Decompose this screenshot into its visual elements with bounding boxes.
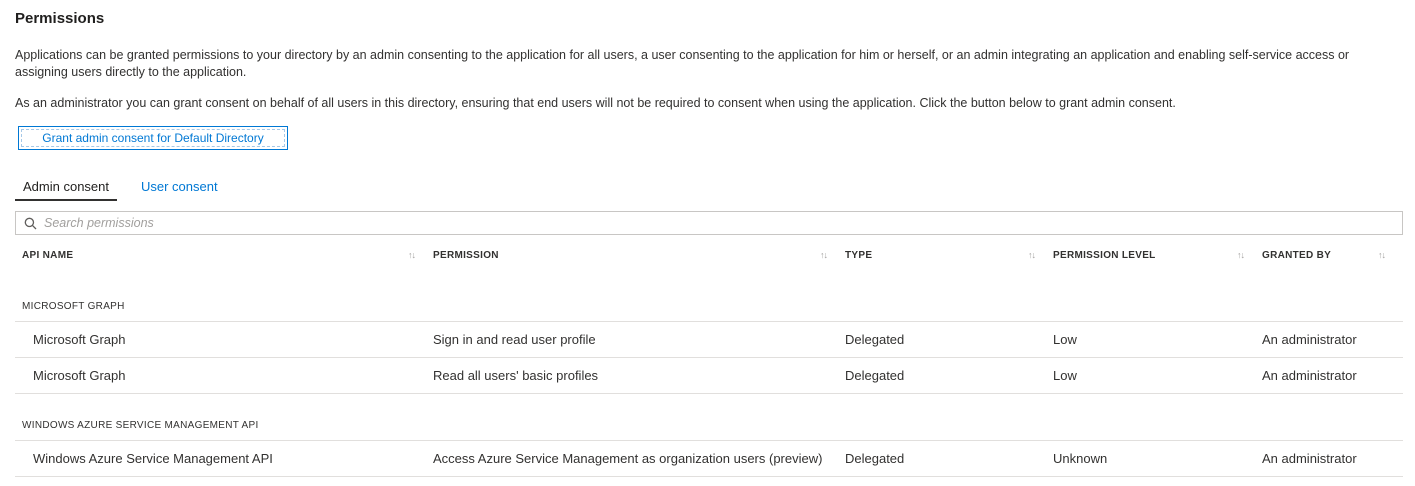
search-permissions-input[interactable] bbox=[44, 216, 1394, 230]
cell-permission-level: Unknown bbox=[1053, 451, 1262, 466]
column-header-permission-level[interactable]: PERMISSION LEVEL ↑↓ bbox=[1053, 250, 1262, 261]
column-header-label: PERMISSION bbox=[433, 250, 499, 261]
column-header-permission[interactable]: PERMISSION ↑↓ bbox=[433, 250, 845, 261]
sort-arrows-icon[interactable]: ↑↓ bbox=[408, 250, 415, 260]
cell-permission: Sign in and read user profile bbox=[433, 332, 845, 347]
column-header-api-name[interactable]: API NAME ↑↓ bbox=[22, 250, 433, 261]
cell-api-name: Microsoft Graph bbox=[22, 368, 433, 383]
column-header-granted-by[interactable]: GRANTED BY ↑↓ bbox=[1262, 250, 1403, 261]
tab-user-consent[interactable]: User consent bbox=[133, 174, 226, 203]
description-paragraph-2: As an administrator you can grant consen… bbox=[15, 95, 1395, 112]
sort-arrows-icon[interactable]: ↑↓ bbox=[820, 250, 827, 260]
sort-arrows-icon[interactable]: ↑↓ bbox=[1378, 250, 1385, 260]
search-permissions-box[interactable] bbox=[15, 211, 1403, 235]
tab-admin-consent[interactable]: Admin consent bbox=[15, 174, 117, 203]
page-title: Permissions bbox=[15, 10, 1403, 27]
search-icon bbox=[24, 217, 37, 230]
column-header-type[interactable]: TYPE ↑↓ bbox=[845, 250, 1053, 261]
table-header-row: API NAME ↑↓ PERMISSION ↑↓ TYPE ↑↓ PERMIS… bbox=[15, 235, 1403, 275]
table-row[interactable]: Microsoft Graph Read all users' basic pr… bbox=[15, 358, 1403, 394]
table-row[interactable]: Microsoft Graph Sign in and read user pr… bbox=[15, 322, 1403, 358]
cell-permission-level: Low bbox=[1053, 332, 1262, 347]
column-header-label: API NAME bbox=[22, 250, 73, 261]
cell-type: Delegated bbox=[845, 332, 1053, 347]
permissions-table: API NAME ↑↓ PERMISSION ↑↓ TYPE ↑↓ PERMIS… bbox=[15, 235, 1403, 477]
permissions-page: Permissions Applications can be granted … bbox=[0, 0, 1415, 477]
sort-arrows-icon[interactable]: ↑↓ bbox=[1028, 250, 1035, 260]
cell-permission-level: Low bbox=[1053, 368, 1262, 383]
cell-granted-by: An administrator bbox=[1262, 332, 1403, 347]
sort-arrows-icon[interactable]: ↑↓ bbox=[1237, 250, 1244, 260]
column-header-label: TYPE bbox=[845, 250, 872, 261]
column-header-label: GRANTED BY bbox=[1262, 250, 1331, 261]
cell-api-name: Windows Azure Service Management API bbox=[22, 451, 433, 466]
cell-granted-by: An administrator bbox=[1262, 451, 1403, 466]
consent-tabs: Admin consent User consent bbox=[15, 174, 1403, 203]
column-header-label: PERMISSION LEVEL bbox=[1053, 250, 1156, 261]
cell-permission: Access Azure Service Management as organ… bbox=[433, 451, 845, 466]
grant-admin-consent-button[interactable]: Grant admin consent for Default Director… bbox=[18, 126, 288, 150]
description-paragraph-1: Applications can be granted permissions … bbox=[15, 47, 1395, 81]
cell-permission: Read all users' basic profiles bbox=[433, 368, 845, 383]
cell-api-name: Microsoft Graph bbox=[22, 332, 433, 347]
table-row[interactable]: Windows Azure Service Management API Acc… bbox=[15, 441, 1403, 477]
cell-granted-by: An administrator bbox=[1262, 368, 1403, 383]
cell-type: Delegated bbox=[845, 451, 1053, 466]
group-header-windows-azure-service-management-api: WINDOWS AZURE SERVICE MANAGEMENT API bbox=[15, 394, 1403, 441]
cell-type: Delegated bbox=[845, 368, 1053, 383]
group-header-microsoft-graph: MICROSOFT GRAPH bbox=[15, 275, 1403, 322]
